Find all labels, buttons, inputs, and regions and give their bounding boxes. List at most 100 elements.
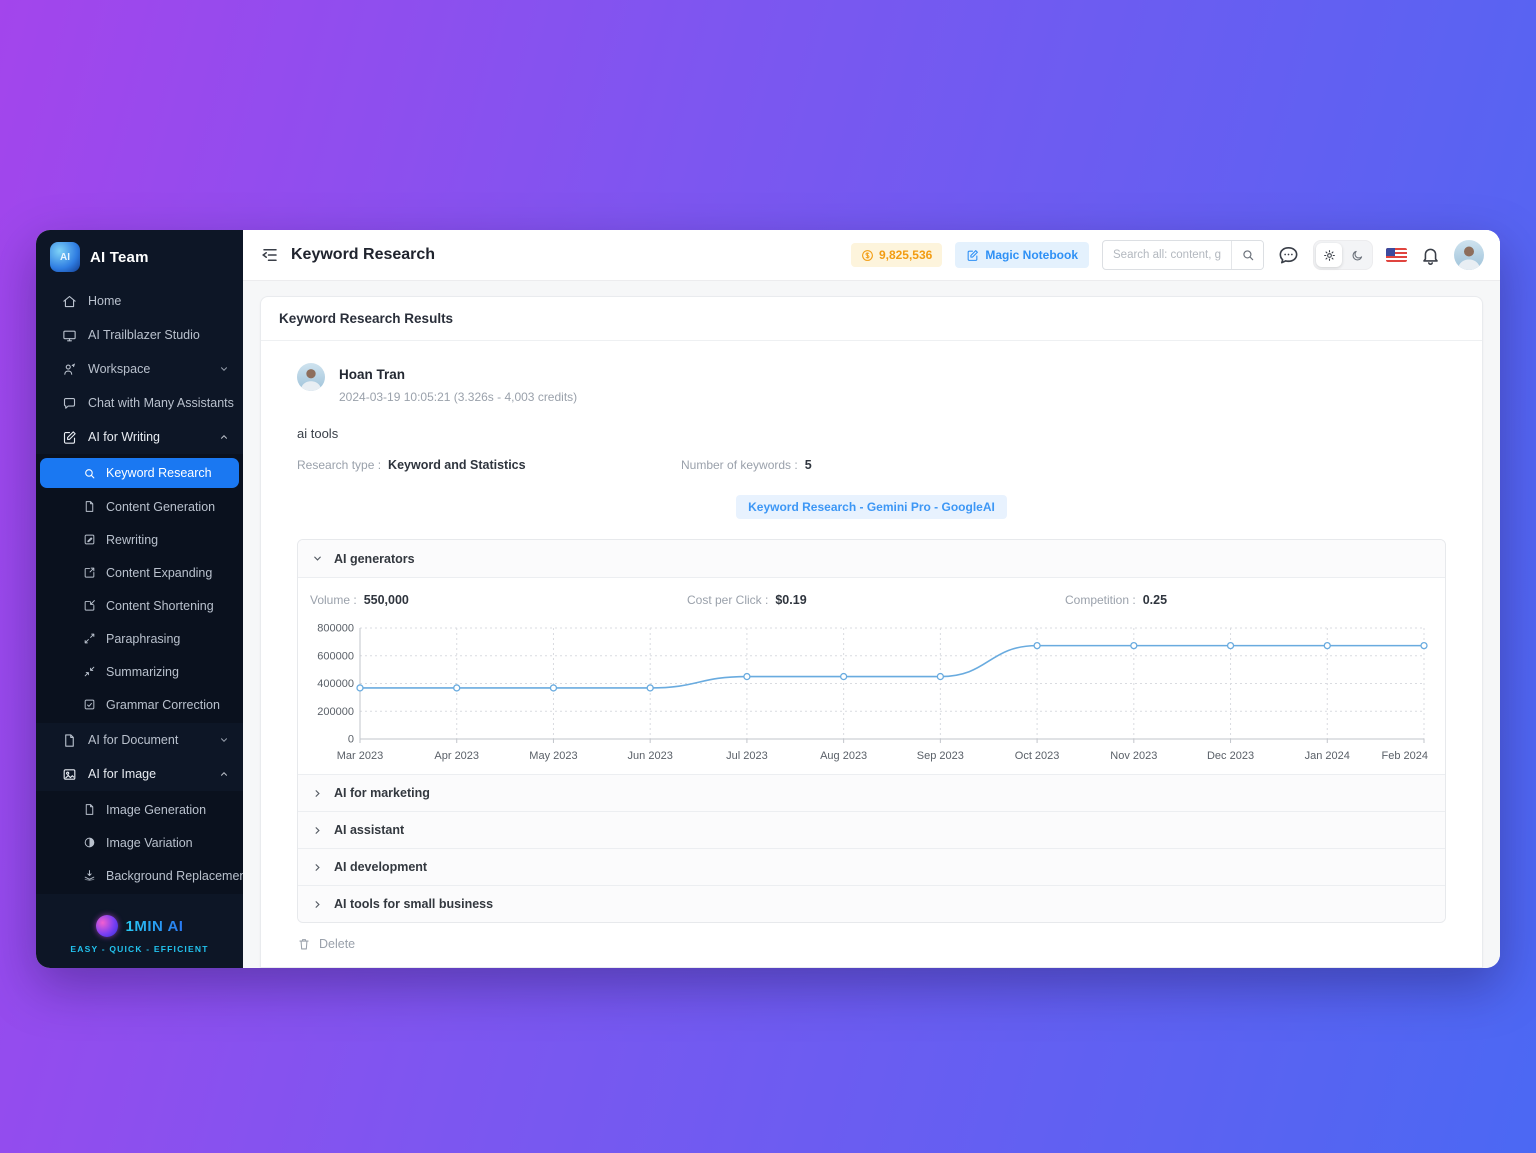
- sidebar-item-label: Chat with Many Assistants: [88, 396, 234, 410]
- sidebar-item-ai-for-image[interactable]: AI for Image: [36, 757, 243, 791]
- image-icon: [62, 767, 77, 782]
- sidebar-item-paraphrasing[interactable]: Paraphrasing: [36, 622, 243, 655]
- result-meta-row: Research type : Keyword and Statistics N…: [297, 458, 1446, 472]
- accordion-header-ai-assistant[interactable]: AI assistant: [298, 811, 1445, 848]
- accordion-label: AI assistant: [334, 823, 404, 837]
- brand-name: AI Team: [90, 249, 149, 266]
- notifications-bell-icon[interactable]: [1420, 245, 1441, 266]
- volume-line-chart: 0200000400000600000800000Mar 2023Apr 202…: [310, 620, 1433, 766]
- user-icon: [62, 362, 77, 377]
- app-window: AI AI Team Home AI Trailblazer Studio Wo…: [36, 230, 1500, 968]
- sidebar-item-content-expanding[interactable]: Content Expanding: [36, 556, 243, 589]
- search-input[interactable]: [1103, 249, 1231, 261]
- sidebar-item-label: Keyword Research: [106, 466, 212, 480]
- sidebar-item-background-replacement[interactable]: Background Replacement: [36, 859, 243, 892]
- sidebar-item-summarizing[interactable]: Summarizing: [36, 655, 243, 688]
- sidebar-item-ai-for-document[interactable]: AI for Document: [36, 723, 243, 757]
- menu-fold-icon[interactable]: [261, 246, 279, 264]
- arrows-collapse-icon: [83, 665, 96, 678]
- page-title: Keyword Research: [291, 246, 435, 264]
- model-badge[interactable]: Keyword Research - Gemini Pro - GoogleAI: [736, 495, 1007, 519]
- svg-text:200000: 200000: [317, 706, 354, 718]
- image-submenu: Image Generation Image Variation Backgro…: [36, 791, 243, 894]
- footer-tagline: EASY - QUICK - EFFICIENT: [36, 944, 243, 954]
- svg-text:0: 0: [348, 734, 354, 746]
- sidebar-item-image-generation[interactable]: Image Generation: [36, 793, 243, 826]
- svg-text:Dec 2023: Dec 2023: [1207, 750, 1254, 762]
- svg-text:600000: 600000: [317, 650, 354, 662]
- background-replace-icon: [83, 869, 96, 882]
- accordion-header-ai-development[interactable]: AI development: [298, 848, 1445, 885]
- coin-icon: [861, 249, 874, 262]
- sidebar-item-chat-with-many-assistants[interactable]: Chat with Many Assistants: [36, 386, 243, 420]
- svg-text:Jun 2023: Jun 2023: [628, 750, 673, 762]
- chevron-right-icon: [312, 862, 323, 873]
- contrast-icon: [83, 836, 96, 849]
- search-icon[interactable]: [1231, 241, 1263, 269]
- shrink-icon: [83, 599, 96, 612]
- document-check-icon: [83, 698, 96, 711]
- magic-notebook-button[interactable]: Magic Notebook: [955, 242, 1089, 268]
- sidebar-item-content-shortening[interactable]: Content Shortening: [36, 589, 243, 622]
- chevron-right-icon: [312, 788, 323, 799]
- sidebar-item-ai-for-writing[interactable]: AI for Writing: [36, 420, 243, 454]
- accordion-header-ai-tools-for-small-business[interactable]: AI tools for small business: [298, 885, 1445, 922]
- author-avatar: [297, 363, 325, 391]
- sidebar-item-label: Content Generation: [106, 500, 215, 514]
- language-flag-us-icon[interactable]: [1386, 248, 1407, 262]
- svg-text:Jul 2023: Jul 2023: [726, 750, 768, 762]
- volume-value: 550,000: [364, 593, 409, 607]
- sidebar-item-label: Image Variation: [106, 836, 193, 850]
- document-icon: [62, 733, 77, 748]
- keyword-count-value: 5: [805, 458, 812, 472]
- svg-text:Aug 2023: Aug 2023: [820, 750, 867, 762]
- delete-label: Delete: [319, 937, 355, 951]
- sidebar-item-label: AI Trailblazer Studio: [88, 328, 229, 342]
- competition-value: 0.25: [1143, 593, 1167, 607]
- sidebar-item-label: AI for Writing: [88, 430, 208, 444]
- result-timestamp: 2024-03-19 10:05:21 (3.326s - 4,003 cred…: [339, 390, 577, 404]
- user-avatar[interactable]: [1454, 240, 1484, 270]
- accordion-body-ai-generators: Volume :550,000 Cost per Click :$0.19 Co…: [298, 577, 1445, 774]
- sidebar-item-home[interactable]: Home: [36, 284, 243, 318]
- dark-mode-moon-icon[interactable]: [1344, 243, 1370, 267]
- sidebar-item-label: Home: [88, 294, 229, 308]
- trash-icon: [297, 937, 311, 951]
- accordion-header-ai-generators[interactable]: AI generators: [298, 540, 1445, 577]
- author-name: Hoan Tran: [339, 363, 577, 382]
- feedback-chat-icon[interactable]: [1277, 244, 1300, 267]
- sidebar-item-label: Grammar Correction: [106, 698, 220, 712]
- main-area: Keyword Research 9,825,536 Magic Noteboo…: [243, 230, 1500, 968]
- sidebar-item-image-variation[interactable]: Image Variation: [36, 826, 243, 859]
- edit-icon: [62, 430, 77, 445]
- sidebar-item-label: AI for Document: [88, 733, 208, 747]
- sidebar-item-keyword-research[interactable]: Keyword Research: [40, 458, 239, 488]
- research-type-value: Keyword and Statistics: [388, 458, 526, 472]
- sidebar-item-label: Content Expanding: [106, 566, 212, 580]
- sidebar-item-grammar-correction[interactable]: Grammar Correction: [36, 688, 243, 721]
- chat-icon: [62, 396, 77, 411]
- sidebar-item-content-generation[interactable]: Content Generation: [36, 490, 243, 523]
- sidebar-item-ai-trailblazer-studio[interactable]: AI Trailblazer Studio: [36, 318, 243, 352]
- sidebar-footer: 1MIN AI EASY - QUICK - EFFICIENT: [36, 903, 243, 968]
- svg-text:Feb 2024: Feb 2024: [1382, 750, 1428, 762]
- accordion-header-ai-for-marketing[interactable]: AI for marketing: [298, 774, 1445, 811]
- credits-count: 9,825,536: [879, 248, 932, 262]
- sidebar-item-workspace[interactable]: Workspace: [36, 352, 243, 386]
- delete-button[interactable]: Delete: [297, 937, 355, 951]
- chevron-up-icon: [219, 432, 229, 442]
- expand-icon: [83, 566, 96, 579]
- accordion-label: AI development: [334, 860, 427, 874]
- result-author-row: Hoan Tran 2024-03-19 10:05:21 (3.326s - …: [297, 363, 1446, 404]
- sidebar-item-rewriting[interactable]: Rewriting: [36, 523, 243, 556]
- chevron-down-icon: [219, 735, 229, 745]
- research-type-label: Research type :: [297, 458, 381, 472]
- svg-text:Apr 2023: Apr 2023: [434, 750, 479, 762]
- light-mode-sun-icon[interactable]: [1316, 243, 1342, 267]
- card-title: Keyword Research Results: [261, 297, 1482, 341]
- sidebar-item-label: Content Shortening: [106, 599, 214, 613]
- keyword-count-label: Number of keywords :: [681, 458, 798, 472]
- monitor-icon: [62, 328, 77, 343]
- sidebar: AI AI Team Home AI Trailblazer Studio Wo…: [36, 230, 243, 968]
- credits-badge[interactable]: 9,825,536: [851, 243, 942, 267]
